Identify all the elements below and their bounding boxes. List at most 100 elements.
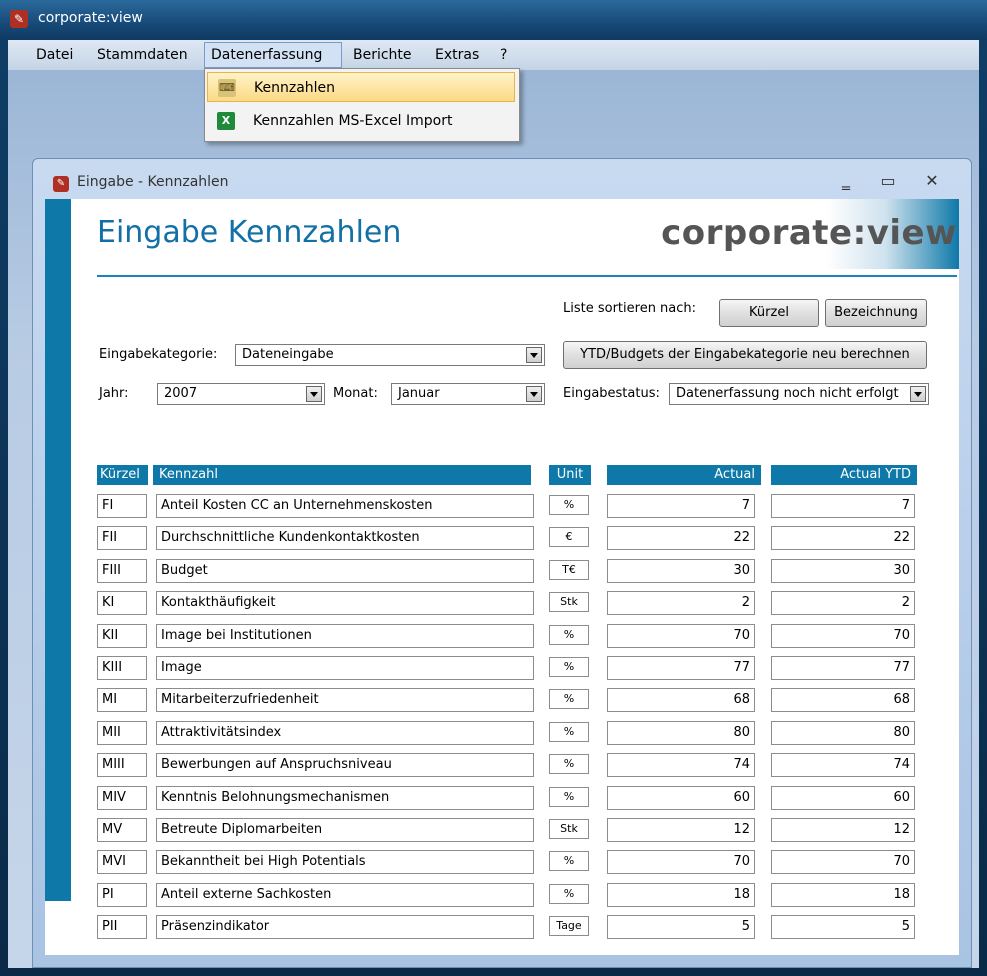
menu-datei[interactable]: Datei: [30, 44, 79, 66]
actual-input[interactable]: 7: [607, 494, 755, 518]
actual-ytd-input[interactable]: 30: [771, 559, 915, 583]
unit-field[interactable]: %: [549, 851, 589, 871]
kuerzel-field[interactable]: PII: [97, 915, 147, 939]
kuerzel-field[interactable]: FII: [97, 526, 147, 550]
actual-ytd-input[interactable]: 2: [771, 591, 915, 615]
maximize-button[interactable]: ▭: [873, 169, 903, 193]
chevron-down-icon[interactable]: [306, 386, 322, 402]
kuerzel-field[interactable]: MVI: [97, 850, 147, 874]
menu-item-kennzahlen[interactable]: ⌨ Kennzahlen: [207, 72, 515, 102]
kuerzel-field[interactable]: MV: [97, 818, 147, 842]
unit-field[interactable]: %: [549, 495, 589, 515]
actual-input[interactable]: 80: [607, 721, 755, 745]
actual-ytd-input[interactable]: 80: [771, 721, 915, 745]
unit-field[interactable]: %: [549, 787, 589, 807]
kennzahl-field[interactable]: Betreute Diplomarbeiten: [156, 818, 534, 842]
kennzahl-field[interactable]: Anteil Kosten CC an Unternehmenskosten: [156, 494, 534, 518]
actual-input[interactable]: 5: [607, 915, 755, 939]
form-area: Eingabe Kennzahlen corporate:view Liste …: [45, 199, 959, 955]
kennzahl-field[interactable]: Image bei Institutionen: [156, 624, 534, 648]
kennzahl-field[interactable]: Kenntnis Belohnungsmechanismen: [156, 786, 534, 810]
kennzahl-field[interactable]: Anteil externe Sachkosten: [156, 883, 534, 907]
kennzahlen-window: ✎ Eingabe - Kennzahlen ‗ ▭ ✕ Eingabe Ken…: [32, 158, 972, 968]
kuerzel-field[interactable]: MIII: [97, 753, 147, 777]
header-kuerzel: Kürzel: [97, 465, 148, 485]
logo-text: corporate:view: [661, 213, 957, 253]
actual-ytd-input[interactable]: 60: [771, 786, 915, 810]
year-select[interactable]: 2007: [157, 383, 325, 405]
unit-field[interactable]: Stk: [549, 592, 589, 612]
actual-input[interactable]: 18: [607, 883, 755, 907]
kennzahl-field[interactable]: Budget: [156, 559, 534, 583]
kuerzel-field[interactable]: FIII: [97, 559, 147, 583]
menu-item-excel-import[interactable]: X Kennzahlen MS-Excel Import: [207, 106, 515, 136]
actual-input[interactable]: 22: [607, 526, 755, 550]
actual-ytd-input[interactable]: 22: [771, 526, 915, 550]
menu-berichte[interactable]: Berichte: [347, 44, 418, 66]
actual-ytd-input[interactable]: 70: [771, 850, 915, 874]
unit-field[interactable]: %: [549, 884, 589, 904]
actual-input[interactable]: 12: [607, 818, 755, 842]
actual-input[interactable]: 70: [607, 850, 755, 874]
kennzahl-field[interactable]: Bekanntheit bei High Potentials: [156, 850, 534, 874]
kuerzel-field[interactable]: KIII: [97, 656, 147, 680]
kennzahl-field[interactable]: Durchschnittliche Kundenkontaktkosten: [156, 526, 534, 550]
actual-input[interactable]: 74: [607, 753, 755, 777]
unit-field[interactable]: %: [549, 625, 589, 645]
kennzahl-field[interactable]: Präsenzindikator: [156, 915, 534, 939]
actual-input[interactable]: 77: [607, 656, 755, 680]
menu-help[interactable]: ?: [494, 44, 513, 66]
kennzahl-field[interactable]: Kontakthäufigkeit: [156, 591, 534, 615]
unit-field[interactable]: %: [549, 754, 589, 774]
menu-datenerfassung[interactable]: Datenerfassung: [204, 42, 342, 68]
unit-field[interactable]: %: [549, 657, 589, 677]
actual-ytd-input[interactable]: 70: [771, 624, 915, 648]
sort-bezeichnung-button[interactable]: Bezeichnung: [825, 299, 927, 327]
kuerzel-field[interactable]: KII: [97, 624, 147, 648]
kennzahl-field[interactable]: Bewerbungen auf Anspruchsniveau: [156, 753, 534, 777]
unit-field[interactable]: €: [549, 527, 589, 547]
actual-ytd-input[interactable]: 12: [771, 818, 915, 842]
actual-input[interactable]: 60: [607, 786, 755, 810]
menu-extras[interactable]: Extras: [429, 44, 485, 66]
kennzahl-field[interactable]: Attraktivitätsindex: [156, 721, 534, 745]
sort-kuerzel-button[interactable]: Kürzel: [719, 299, 819, 327]
actual-ytd-input[interactable]: 7: [771, 494, 915, 518]
kuerzel-field[interactable]: PI: [97, 883, 147, 907]
category-select[interactable]: Dateneingabe: [235, 344, 545, 366]
status-select[interactable]: Datenerfassung noch nicht erfolgt: [669, 383, 929, 405]
menu-stammdaten[interactable]: Stammdaten: [91, 44, 194, 66]
close-button[interactable]: ✕: [917, 169, 947, 193]
unit-field[interactable]: Tage: [549, 916, 589, 936]
kuerzel-field[interactable]: KI: [97, 591, 147, 615]
actual-input[interactable]: 2: [607, 591, 755, 615]
kuerzel-field[interactable]: MI: [97, 688, 147, 712]
kennzahl-field[interactable]: Mitarbeiterzufriedenheit: [156, 688, 534, 712]
chevron-down-icon[interactable]: [526, 347, 542, 363]
kennzahl-field[interactable]: Image: [156, 656, 534, 680]
month-label: Monat:: [333, 386, 378, 401]
kuerzel-field[interactable]: MIV: [97, 786, 147, 810]
unit-field[interactable]: %: [549, 722, 589, 742]
actual-ytd-input[interactable]: 18: [771, 883, 915, 907]
actual-input[interactable]: 68: [607, 688, 755, 712]
actual-input[interactable]: 70: [607, 624, 755, 648]
excel-icon: X: [217, 112, 235, 130]
chevron-down-icon[interactable]: [910, 386, 926, 402]
actual-ytd-input[interactable]: 74: [771, 753, 915, 777]
unit-field[interactable]: Stk: [549, 819, 589, 839]
kuerzel-field[interactable]: FI: [97, 494, 147, 518]
actual-ytd-input[interactable]: 5: [771, 915, 915, 939]
recalc-ytd-button[interactable]: YTD/Budgets der Eingabekategorie neu ber…: [563, 341, 927, 369]
minimize-button[interactable]: ‗: [831, 169, 861, 193]
kuerzel-field[interactable]: MII: [97, 721, 147, 745]
unit-field[interactable]: T€: [549, 560, 589, 580]
actual-ytd-input[interactable]: 68: [771, 688, 915, 712]
accent-stripe: [45, 199, 71, 901]
actual-ytd-input[interactable]: 77: [771, 656, 915, 680]
chevron-down-icon[interactable]: [526, 386, 542, 402]
actual-input[interactable]: 30: [607, 559, 755, 583]
status-label: Eingabestatus:: [563, 386, 660, 401]
month-select[interactable]: Januar: [391, 383, 545, 405]
unit-field[interactable]: %: [549, 689, 589, 709]
